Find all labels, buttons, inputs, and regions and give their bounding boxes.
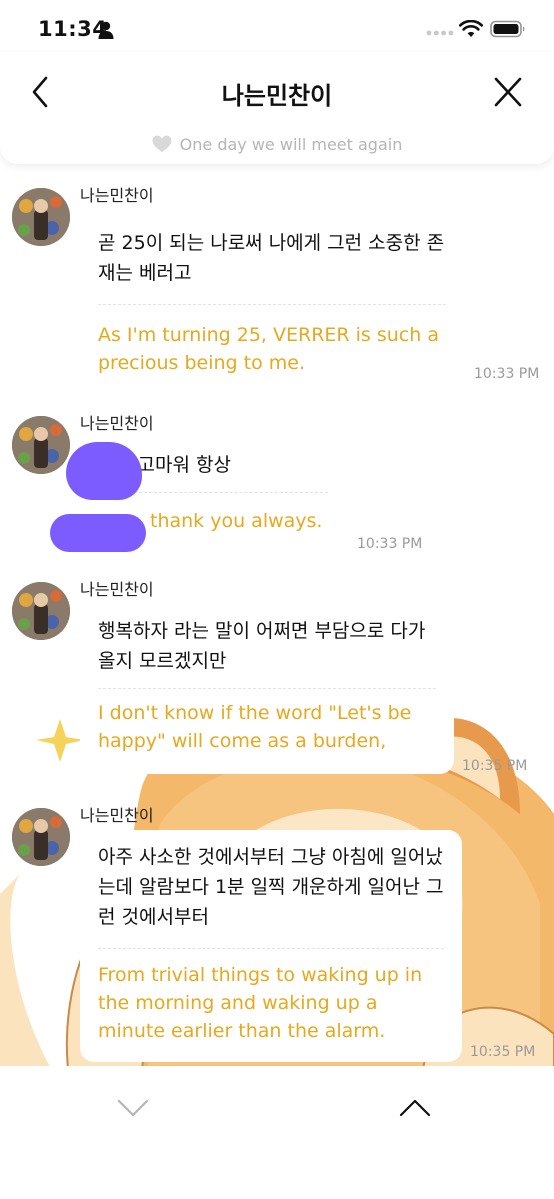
avatar-image	[12, 188, 70, 246]
avatar-image	[12, 582, 70, 640]
sender-name: 나는민찬이	[80, 580, 154, 599]
status-bar: 11:34	[0, 0, 554, 60]
bottom-navigation	[0, 1066, 554, 1199]
avatar[interactable]	[12, 582, 70, 640]
original-text: 곧 25이 되는 나로써 나에게 그런 소중한 존재는 베러고	[98, 232, 445, 284]
original-text: 야 고마워 항상	[114, 454, 231, 476]
chat-area[interactable]: 나는민찬이 곧 25이 되는 나로써 나에게 그런 소중한 존재는 베러고 As…	[0, 164, 554, 1066]
message-time: 10:35 PM	[462, 758, 528, 774]
chat-title: 나는민찬이	[221, 82, 333, 110]
message-bubble[interactable]: 곧 25이 되는 나로써 나에게 그런 소중한 존재는 베러고 As I'm t…	[80, 208, 464, 380]
message-time: 10:33 PM	[357, 536, 423, 552]
avatar[interactable]	[12, 416, 70, 474]
avatar[interactable]	[12, 808, 70, 866]
avatar-image	[12, 416, 70, 474]
translated-text: From trivial things to waking up in the …	[98, 964, 423, 1042]
subtitle-text: One day we will meet again	[179, 135, 403, 154]
message-time: 10:33 PM	[474, 366, 540, 382]
redaction-blob	[66, 442, 142, 500]
subtitle: One day we will meet again	[0, 135, 554, 154]
message-group: 나는민찬이 곧 25이 되는 나로써 나에게 그런 소중한 존재는 베러고 As…	[0, 182, 554, 402]
status-time: 11:34	[38, 17, 108, 41]
sender-name: 나는민찬이	[80, 186, 154, 205]
avatar[interactable]	[12, 188, 70, 246]
sender-name: 나는민찬이	[80, 806, 154, 825]
person-icon	[98, 21, 114, 39]
message-group: 나는민찬이 행복하자 라는 말이 어쩌면 부담으로 다가올지 모르겠지만 I d…	[0, 576, 554, 776]
original-text: 행복하자 라는 말이 어쩌면 부담으로 다가올지 모르겠지만	[98, 620, 426, 672]
message-group: 나는민찬이 아주 사소한 것에서부터 그냥 아침에 일어났는데 알람보다 1분 …	[0, 802, 554, 1064]
redaction-blob	[50, 514, 146, 552]
chevron-up-icon[interactable]	[398, 1096, 432, 1120]
close-icon[interactable]	[490, 76, 526, 108]
translated-text: As I'm turning 25, VERRER is such a prec…	[98, 324, 439, 374]
wifi-icon	[459, 20, 483, 37]
chat-header: 나는민찬이 One day we will meet again	[0, 52, 554, 164]
chevron-down-icon[interactable]	[116, 1096, 150, 1120]
message-time: 10:35 PM	[470, 1044, 536, 1060]
sender-name: 나는민찬이	[80, 414, 154, 433]
message-bubble[interactable]: 아주 사소한 것에서부터 그냥 아침에 일어났는데 알람보다 1분 일찍 개운하…	[80, 830, 462, 1062]
avatar-image	[12, 808, 70, 866]
message-bubble[interactable]: 행복하자 라는 말이 어쩌면 부담으로 다가올지 모르겠지만 I don't k…	[80, 602, 454, 774]
translated-text: I don't know if the word "Let's be happy…	[98, 702, 412, 752]
battery-icon	[490, 20, 525, 38]
original-text: 아주 사소한 것에서부터 그냥 아침에 일어났는데 알람보다 1분 일찍 개운하…	[98, 846, 444, 928]
heart-icon	[152, 135, 172, 152]
translated-text: thank you always.	[150, 510, 323, 532]
signal-icon	[426, 30, 454, 36]
